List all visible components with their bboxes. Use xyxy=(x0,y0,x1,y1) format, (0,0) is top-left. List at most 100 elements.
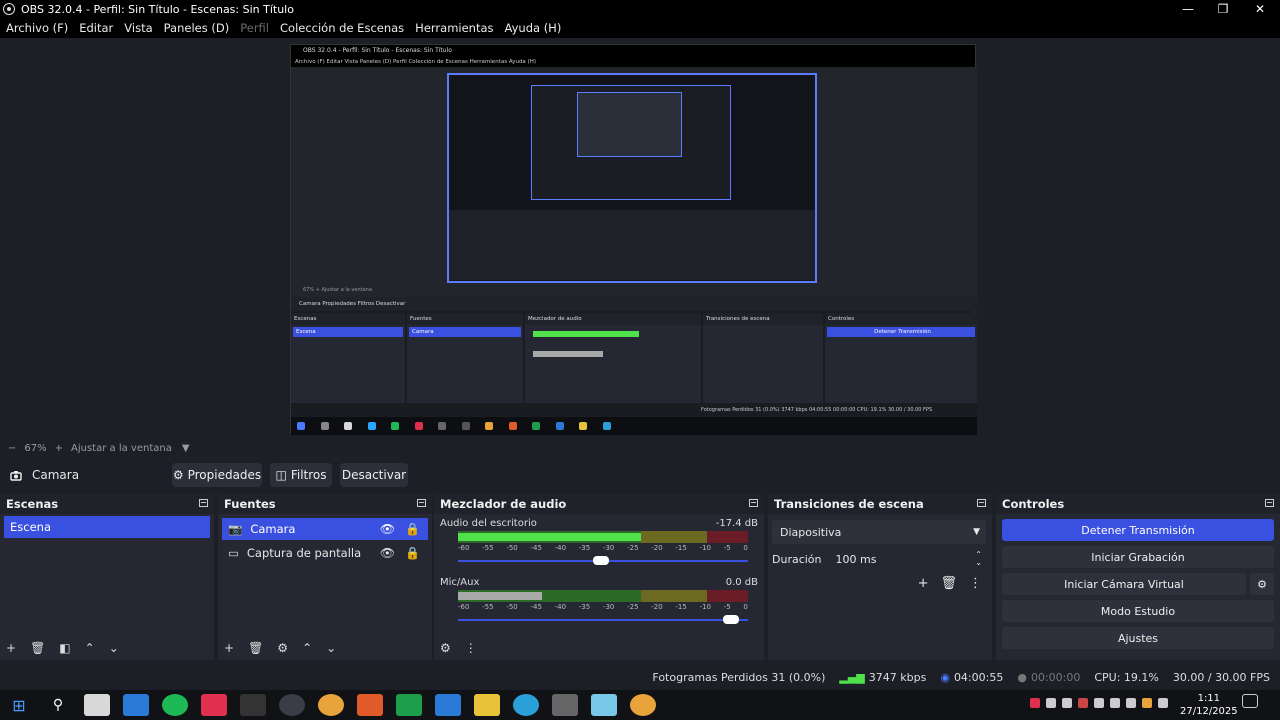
obs-icon[interactable] xyxy=(279,694,305,716)
app-icon[interactable] xyxy=(591,694,617,716)
tray-icon[interactable] xyxy=(1046,698,1056,708)
volume-slider[interactable] xyxy=(458,614,748,626)
wifi-icon[interactable] xyxy=(1062,698,1072,708)
undock-icon[interactable] xyxy=(1265,499,1274,507)
source-item-camara[interactable]: 📷 Camara 👁 🔒 xyxy=(222,518,428,540)
trash-icon[interactable]: 🗑 xyxy=(940,576,957,591)
fit-dropdown-chevron-icon[interactable]: ▼ xyxy=(182,443,190,454)
app-icon[interactable] xyxy=(123,694,149,716)
deactivate-button[interactable]: Desactivar xyxy=(340,463,408,487)
start-virtual-camera-button[interactable]: Iniciar Cámara Virtual xyxy=(1002,573,1246,595)
undock-icon[interactable] xyxy=(417,499,426,507)
filters-button[interactable]: ◫ Filtros xyxy=(270,463,332,487)
menu-coleccion-escenas[interactable]: Colección de Escenas xyxy=(280,21,404,35)
zoom-in-button[interactable]: + xyxy=(55,443,63,454)
tray-icon[interactable] xyxy=(1078,698,1088,708)
filters-icon[interactable]: ◧ xyxy=(59,641,70,655)
tray-icon[interactable] xyxy=(1030,698,1040,708)
menu-archivo[interactable]: Archivo (F) xyxy=(6,21,68,35)
add-icon[interactable]: + xyxy=(6,641,16,655)
add-icon[interactable]: + xyxy=(918,576,929,591)
controls-body: Detener Transmisión Iniciar Grabación In… xyxy=(996,514,1280,660)
menu-paneles[interactable]: Paneles (D) xyxy=(164,21,230,35)
fit-window-label: Ajustar a la ventana xyxy=(71,442,172,454)
scene-item[interactable]: Escena xyxy=(4,516,210,538)
meter-tick-label: -30 xyxy=(602,603,615,611)
gear-icon[interactable]: ⚙ xyxy=(1250,573,1274,595)
source-item-captura[interactable]: ▭ Captura de pantalla 👁 🔒 xyxy=(222,542,428,564)
monitor-icon: ▭ xyxy=(228,546,239,560)
mic-icon[interactable] xyxy=(1158,698,1168,708)
app-icon[interactable] xyxy=(84,694,110,716)
trash-icon[interactable]: 🗑 xyxy=(248,641,263,655)
tray-icon[interactable] xyxy=(1094,698,1104,708)
maximize-button[interactable]: ❐ xyxy=(1205,0,1241,18)
add-icon[interactable]: + xyxy=(224,641,234,655)
lock-icon[interactable]: 🔒 xyxy=(405,522,420,536)
studio-mode-button[interactable]: Modo Estudio xyxy=(1002,600,1274,622)
menu-ayuda[interactable]: Ayuda (H) xyxy=(505,21,562,35)
transition-select[interactable]: Diapositiva ▼ xyxy=(772,520,986,544)
properties-button[interactable]: ⚙ Propiedades xyxy=(172,463,262,487)
chrome-icon[interactable] xyxy=(318,694,344,716)
trash-icon[interactable]: 🗑 xyxy=(30,641,45,655)
volume-slider[interactable] xyxy=(458,555,748,567)
move-down-icon[interactable]: ⌄ xyxy=(109,641,119,655)
app-icon[interactable] xyxy=(357,694,383,716)
tray-icon[interactable] xyxy=(1110,698,1120,708)
close-button[interactable]: ✕ xyxy=(1242,0,1278,18)
spin-arrows-icon[interactable]: ⌃ ⌄ xyxy=(975,551,982,567)
sources-panel: Fuentes 📷 Camara 👁 🔒 ▭ Captura de pantall… xyxy=(218,494,432,660)
move-up-icon[interactable]: ⌃ xyxy=(302,641,312,655)
volume-slider-knob[interactable] xyxy=(592,556,609,565)
menu-herramientas[interactable]: Herramientas xyxy=(415,21,493,35)
lock-icon[interactable]: 🔒 xyxy=(405,546,420,560)
volume-slider-knob[interactable] xyxy=(723,615,740,624)
tray-icon[interactable] xyxy=(1142,698,1152,708)
channel-db: -17.4 dB xyxy=(715,518,758,529)
start-recording-button[interactable]: Iniciar Grabación xyxy=(1002,546,1274,568)
chrome-icon[interactable] xyxy=(630,694,656,716)
nested-task-icon xyxy=(391,422,399,430)
file-explorer-icon[interactable] xyxy=(474,694,500,716)
settings-button[interactable]: Ajustes xyxy=(1002,627,1274,649)
epic-games-icon[interactable] xyxy=(240,694,266,716)
virtual-camera-row: Iniciar Cámara Virtual ⚙ xyxy=(1002,573,1274,595)
minimize-button[interactable]: — xyxy=(1170,0,1206,18)
undock-icon[interactable] xyxy=(199,499,208,507)
calculator-icon[interactable] xyxy=(552,694,578,716)
clock[interactable]: 1:11 27/12/2025 xyxy=(1180,692,1238,718)
gear-icon[interactable]: ⚙ xyxy=(277,641,288,655)
system-tray xyxy=(1030,698,1168,708)
speaker-icon[interactable] xyxy=(1126,698,1136,708)
scenes-list: Escena xyxy=(0,514,214,640)
zoom-out-button[interactable]: − xyxy=(8,443,16,454)
app-icon[interactable] xyxy=(435,694,461,716)
search-icon[interactable]: ⚲ xyxy=(45,694,71,716)
app-icon[interactable] xyxy=(396,694,422,716)
notifications-icon[interactable] xyxy=(1242,694,1258,708)
eye-icon[interactable]: 👁 xyxy=(380,522,395,536)
music-icon[interactable] xyxy=(201,694,227,716)
stop-stream-button[interactable]: Detener Transmisión xyxy=(1002,519,1274,541)
edge-icon[interactable] xyxy=(513,694,539,716)
eye-icon[interactable]: 👁 xyxy=(380,546,395,560)
undock-icon[interactable] xyxy=(749,499,758,507)
duration-value: 100 ms xyxy=(835,552,877,566)
volume-meter xyxy=(458,531,758,543)
menu-vista[interactable]: Vista xyxy=(124,21,152,35)
move-down-icon[interactable]: ⌄ xyxy=(326,641,336,655)
menu-dots-icon[interactable]: ⋮ xyxy=(969,576,982,591)
preview-nested-capture: OBS 32.0.4 - Perfil: Sin Título - Escena… xyxy=(290,44,977,435)
undock-icon[interactable] xyxy=(977,499,986,507)
menu-editar[interactable]: Editar xyxy=(79,21,113,35)
move-up-icon[interactable]: ⌃ xyxy=(85,641,95,655)
windows-start-icon[interactable]: ⊞ xyxy=(6,694,32,716)
mixer-settings-icon[interactable]: ⚙ xyxy=(440,641,451,655)
spotify-icon[interactable] xyxy=(162,694,188,716)
nested-menu: Archivo (F) Editar Vista Paneles (D) Per… xyxy=(291,57,975,67)
duration-spinbox[interactable]: 100 ms ⌃ ⌄ xyxy=(831,548,986,570)
nested-task-icon xyxy=(438,422,446,430)
channel-header: Audio del escritorio -17.4 dB xyxy=(440,518,758,529)
menu-dots-icon[interactable]: ⋮ xyxy=(465,641,477,655)
